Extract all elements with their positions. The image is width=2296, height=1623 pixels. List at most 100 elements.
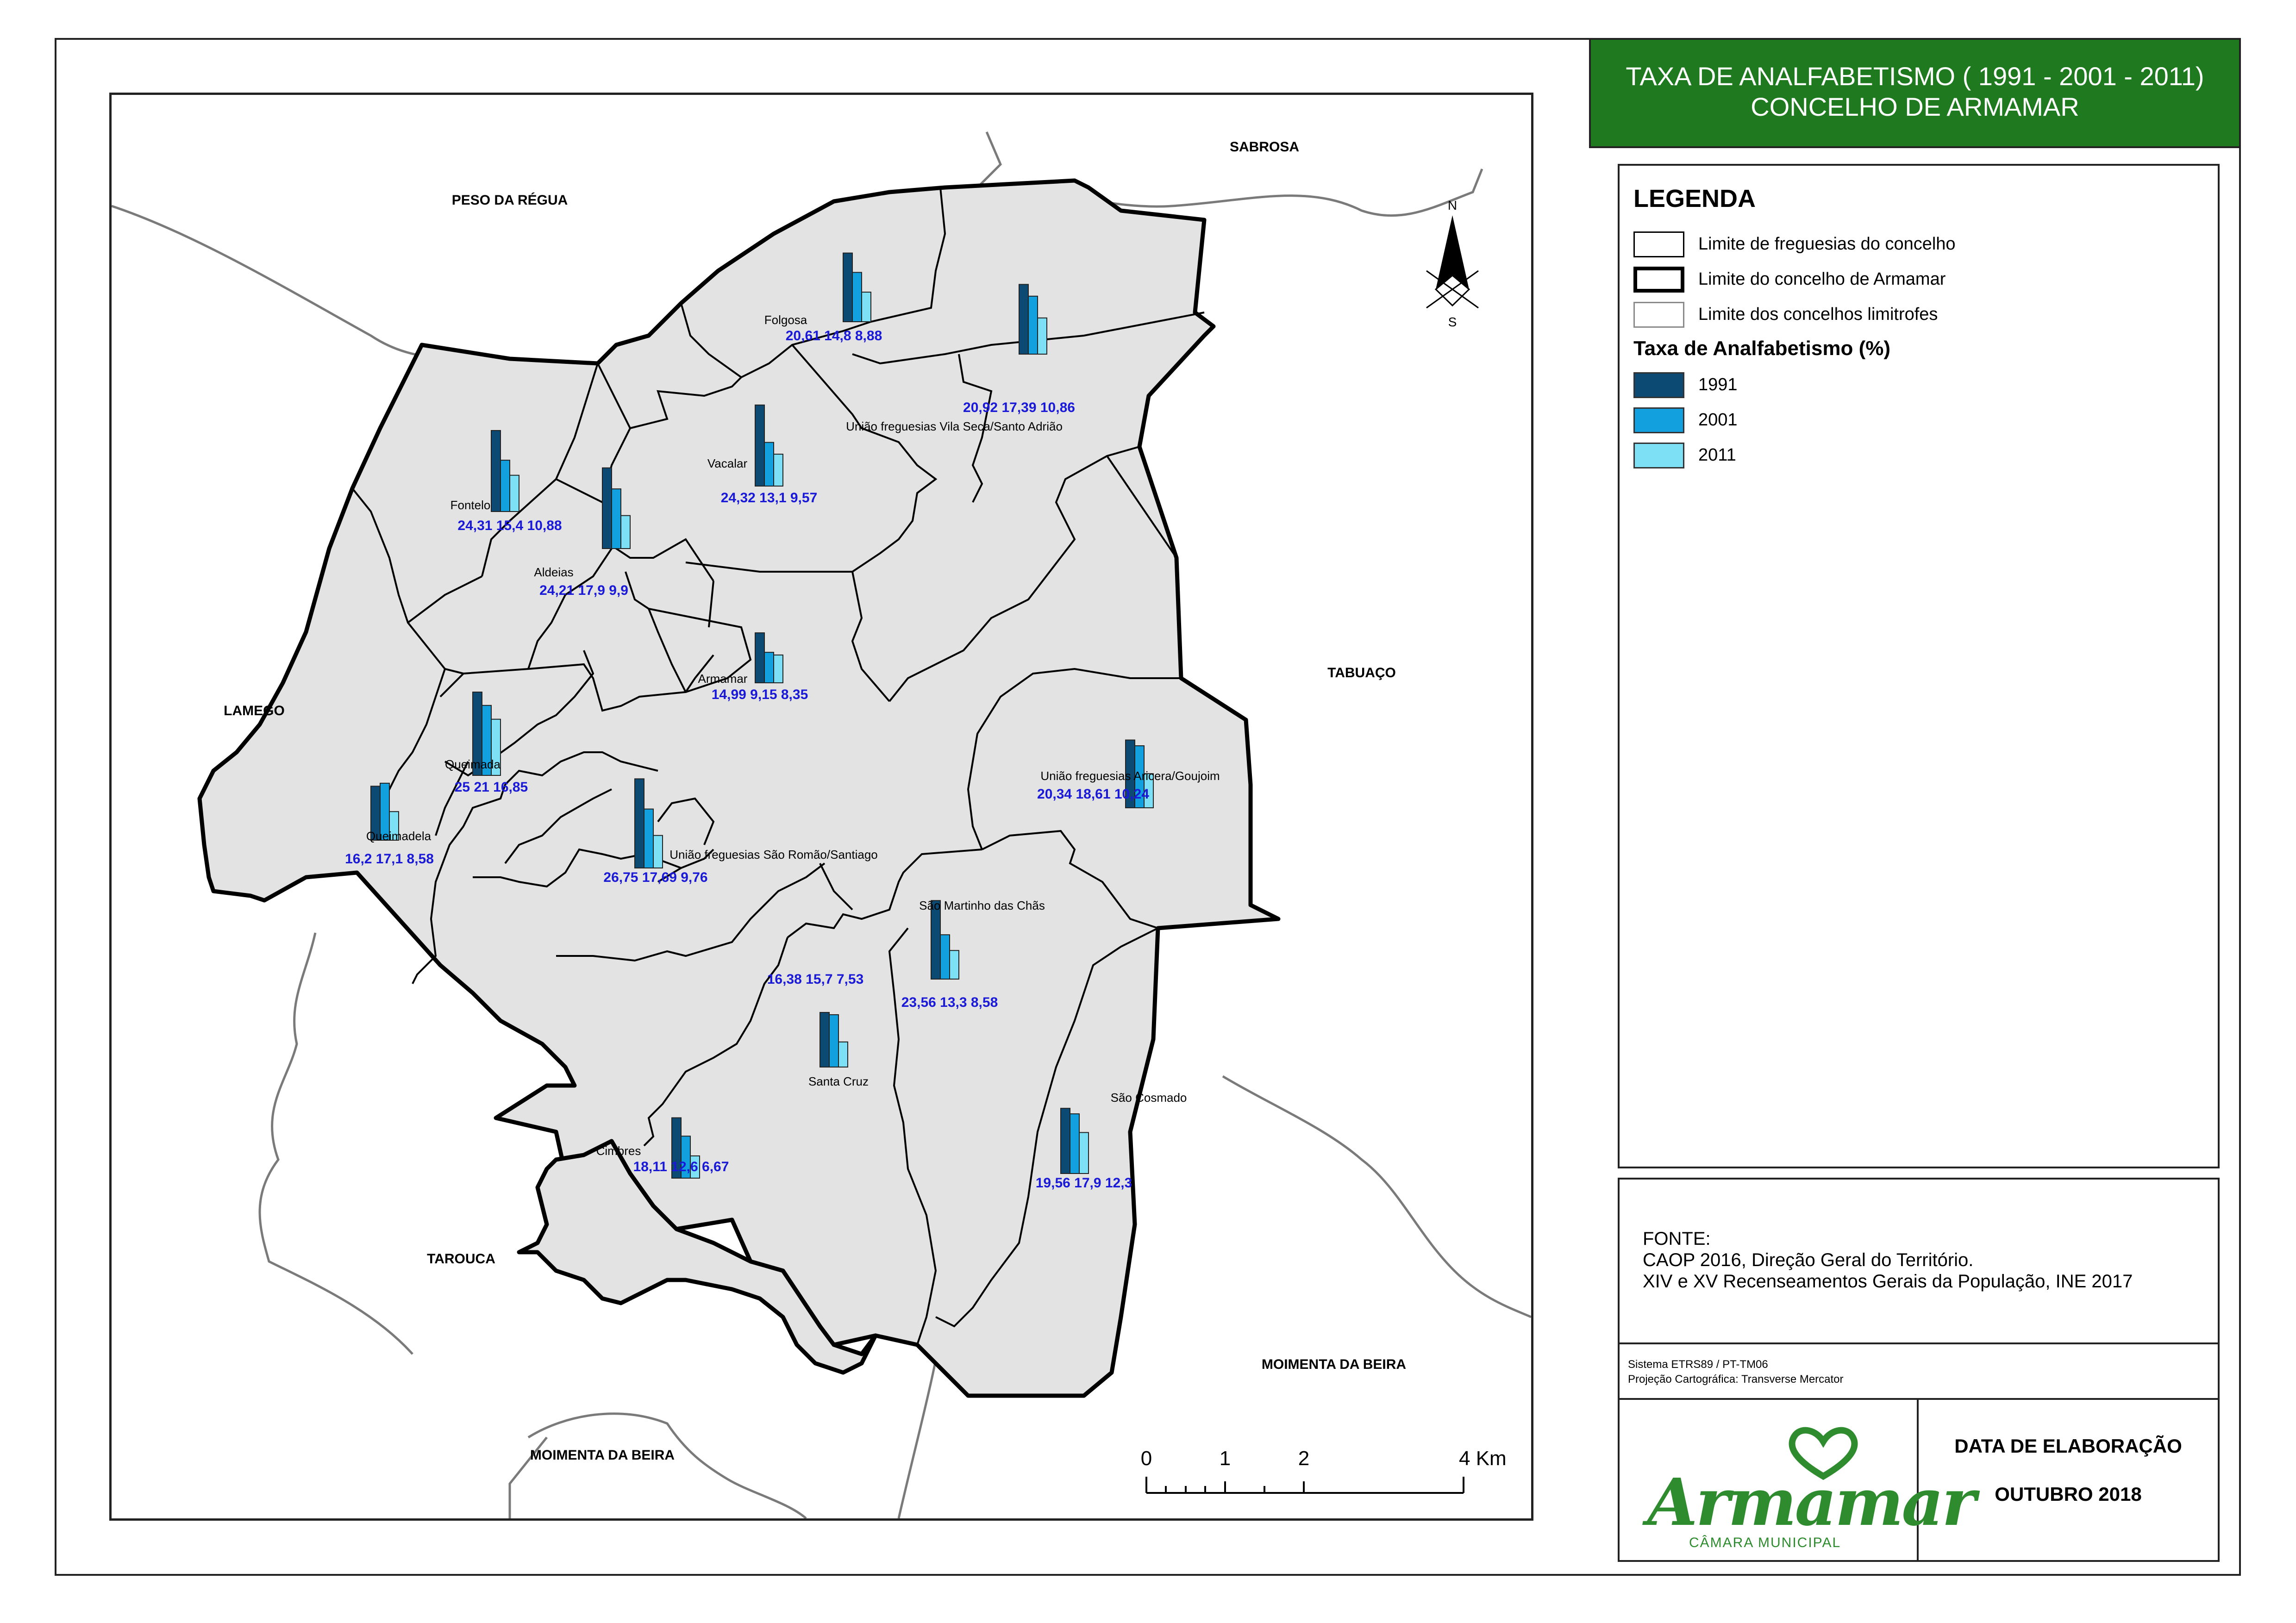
scale-label-4km: 4 Km	[1459, 1447, 1507, 1470]
date-value: OUTUBRO 2018	[1995, 1483, 2142, 1505]
freguesia-name-label: Fontelo	[450, 498, 491, 512]
bar-1991	[602, 467, 612, 549]
crs-line-2: Projeção Cartográfica: Transverse Mercat…	[1628, 1373, 1844, 1386]
freguesia-name-label: União freguesias São Romão/Santiago	[669, 848, 878, 861]
bar-2001	[852, 272, 862, 322]
freguesia-name-label: Queimadela	[366, 829, 432, 843]
freguesia-name-label: Santa Cruz	[808, 1074, 869, 1088]
neighbour-limit-swatch	[1633, 302, 1684, 328]
legend-label: Limite dos concelhos limitrofes	[1698, 305, 1938, 324]
freguesia-name-label: São Cosmado	[1111, 1091, 1187, 1105]
freguesia-name-label: Folgosa	[764, 313, 807, 327]
neighbour-peso-da-regua: PESO DA RÉGUA	[452, 192, 568, 208]
freguesia-name-label: Aldeias	[534, 565, 573, 579]
scale-label-0: 0	[1141, 1447, 1152, 1470]
source-panel: FONTE: CAOP 2016, Direção Geral do Terri…	[1618, 1178, 2220, 1344]
bar-1991	[843, 252, 853, 322]
map-canvas: N S 0 1 2 4 Km PESO DA RÉGUA SABROSA LAM…	[112, 131, 1531, 1518]
bar-2001	[940, 934, 950, 980]
crs-panel: Sistema ETRS89 / PT-TM06 Projeção Cartog…	[1618, 1344, 2220, 1400]
legend-item-concelho-limit: Limite do concelho de Armamar	[1633, 267, 2189, 295]
source-line-1: CAOP 2016, Direção Geral do Território.	[1643, 1250, 1974, 1270]
bar-1991	[634, 778, 644, 869]
source-line-2: XIV e XV Recenseamentos Gerais da Popula…	[1643, 1271, 2133, 1292]
bar-2011	[620, 515, 631, 549]
freguesia-value-labels: 14,99 9,15 8,35	[712, 687, 808, 702]
neighbour-moimenta-da-beira-east: MOIMENTA DA BEIRA	[1262, 1357, 1406, 1372]
bar-1991	[755, 404, 765, 487]
freguesia-limit-swatch	[1633, 231, 1684, 257]
bar-2001	[611, 488, 621, 549]
legend-item-1991: 1991	[1633, 372, 2189, 401]
freguesia-value-labels: 16,38 15,7 7,53	[767, 972, 864, 987]
neighbour-sabrosa: SABROSA	[1230, 139, 1299, 155]
legend-label: 2001	[1698, 410, 1738, 430]
legend-label: 2011	[1698, 445, 1736, 465]
bar-2001	[1028, 295, 1038, 355]
bar-1991	[820, 1012, 830, 1067]
freguesia-value-labels: 24,21 17,9 9,9	[539, 583, 628, 598]
neighbour-tabuaco: TABUAÇO	[1327, 665, 1396, 680]
freguesia-value-labels: 26,75 17,69 9,76	[603, 870, 707, 885]
logo-subtitle: CÂMARA MUNICIPAL	[1689, 1535, 1841, 1550]
freguesia-name-label: São Martinho das Chãs	[919, 899, 1045, 912]
south-label: S	[1448, 315, 1457, 329]
swatch-2011	[1633, 443, 1684, 468]
freguesia-name-label: Armamar	[698, 672, 748, 686]
crs-line-1: Sistema ETRS89 / PT-TM06	[1628, 1358, 1768, 1371]
legend-label: Limite do concelho de Armamar	[1698, 269, 1946, 289]
map-frame: N S 0 1 2 4 Km PESO DA RÉGUA SABROSA LAM…	[109, 93, 1533, 1521]
bar-2011	[773, 454, 783, 487]
freguesia-value-labels: 19,56 17,9 12,3	[1036, 1175, 1132, 1191]
bar-2001	[644, 808, 654, 868]
map-title: TAXA DE ANALFABETISMO ( 1991 - 2001 - 20…	[1626, 62, 2204, 91]
bar-2001	[829, 1014, 839, 1067]
freguesia-value-labels: 20,61 14,8 8,88	[786, 328, 882, 343]
freguesia-name-label: União freguesias Aricera/Goujoim	[1040, 769, 1220, 783]
map-title-banner: TAXA DE ANALFABETISMO ( 1991 - 2001 - 20…	[1589, 38, 2241, 148]
freguesia-value-labels: 16,2 17,1 8,58	[345, 851, 434, 867]
date-panel: DATA DE ELABORAÇÃO OUTUBRO 2018	[1919, 1400, 2220, 1562]
freguesia-value-labels: 20,92 17,39 10,86	[963, 400, 1075, 415]
freguesia-value-labels: 20,34 18,61 10,24	[1037, 787, 1149, 802]
bar-2011	[949, 950, 959, 980]
bar-2001	[764, 442, 774, 487]
freguesia-name-label: Cimbres	[596, 1144, 641, 1158]
neighbour-moimenta-da-beira-south: MOIMENTA DA BEIRA	[530, 1448, 675, 1463]
legend-rate-title: Taxa de Analfabetismo (%)	[1633, 337, 1891, 360]
freguesia-value-labels: 24,32 13,1 9,57	[721, 490, 818, 506]
legend-label: Limite de freguesias do concelho	[1698, 234, 1956, 254]
north-arrow-icon	[1426, 215, 1479, 309]
bar-1991	[755, 632, 765, 684]
legend-item-neighbour-limit: Limite dos concelhos limitrofes	[1633, 302, 2189, 331]
freguesia-name-label: Vacalar	[707, 456, 748, 470]
bar-2001	[1070, 1113, 1080, 1174]
scale-bar	[1145, 1477, 1464, 1494]
logo-panel: Armamar CÂMARA MUNICIPAL	[1618, 1400, 1976, 1562]
legend-title: LEGENDA	[1633, 185, 1756, 212]
source-heading: FONTE:	[1643, 1229, 1711, 1249]
freguesia-value-labels: 18,11 12,6 6,67	[633, 1159, 729, 1174]
bar-1991	[491, 430, 501, 512]
neighbour-tarouca: TAROUCA	[427, 1251, 495, 1267]
bar-2011	[653, 835, 663, 869]
north-label: N	[1448, 198, 1457, 212]
bar-2011	[1037, 317, 1047, 355]
map-subtitle: CONCELHO DE ARMAMAR	[1751, 92, 2079, 121]
legend-panel: LEGENDA Limite de freguesias do concelho…	[1618, 164, 2220, 1168]
legend-item-2011: 2011	[1633, 443, 2189, 471]
neighbour-lamego: LAMEGO	[224, 703, 285, 718]
swatch-2001	[1633, 407, 1684, 433]
bar-2011	[1079, 1132, 1089, 1174]
swatch-1991	[1633, 372, 1684, 398]
bar-2011	[861, 292, 871, 322]
bar-2011	[838, 1041, 848, 1068]
bar-2011	[773, 654, 783, 684]
scale-label-1: 1	[1220, 1447, 1231, 1470]
legend-item-2001: 2001	[1633, 407, 2189, 436]
freguesia-value-labels: 24,31 15,4 10,88	[457, 518, 562, 533]
bar-2011	[509, 474, 519, 512]
bar-1991	[1019, 284, 1029, 355]
freguesia-name-label: União freguesias Vila Seca/Santo Adrião	[846, 419, 1063, 433]
legend-item-freguesia-limit: Limite de freguesias do concelho	[1633, 231, 2189, 260]
